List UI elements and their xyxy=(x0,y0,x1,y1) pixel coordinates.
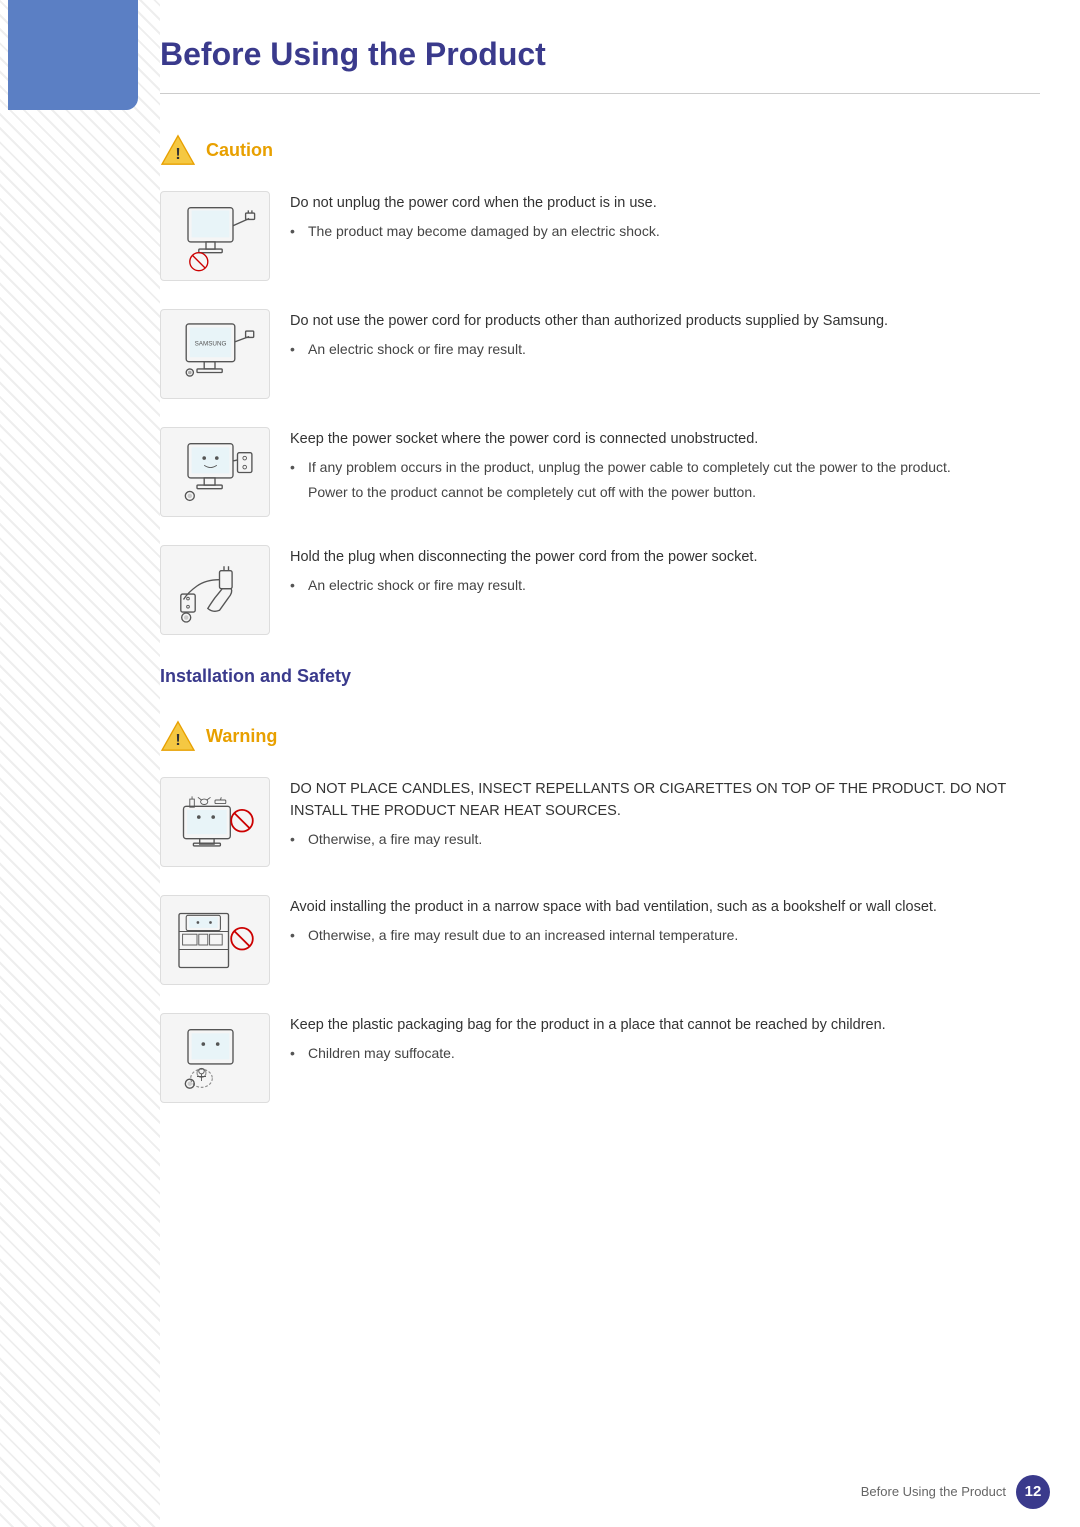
warning-icon-2 xyxy=(160,895,270,985)
warning-icon-3 xyxy=(160,1013,270,1103)
caution-text-3: Keep the power socket where the power co… xyxy=(290,427,1040,503)
warning-text-1: DO NOT PLACE CANDLES, INSECT REPELLANTS … xyxy=(290,777,1040,854)
svg-text:!: ! xyxy=(175,732,180,749)
caution-bullets-1: The product may become damaged by an ele… xyxy=(290,221,1040,242)
svg-text:!: ! xyxy=(175,146,180,163)
caution-icon-2: SAMSUNG xyxy=(160,309,270,399)
blue-sidebar-accent xyxy=(8,0,138,110)
caution-icon-3 xyxy=(160,427,270,517)
caution-bullets-3: If any problem occurs in the product, un… xyxy=(290,457,1040,478)
caution-icon: ! xyxy=(160,134,196,166)
caution-item-2: SAMSUNG Do not use the power cord for pr… xyxy=(160,309,1040,399)
warning-bullets-3: Children may suffocate. xyxy=(290,1043,1040,1064)
caution-icon-1 xyxy=(160,191,270,281)
warning-bullets-2: Otherwise, a fire may result due to an i… xyxy=(290,925,1040,946)
caution-icon-4 xyxy=(160,545,270,635)
caution-item-1: Do not unplug the power cord when the pr… xyxy=(160,191,1040,281)
caution-bullets-4: An electric shock or fire may result. xyxy=(290,575,1040,596)
page-number: 12 xyxy=(1016,1475,1050,1509)
warning-item-1: DO NOT PLACE CANDLES, INSECT REPELLANTS … xyxy=(160,777,1040,867)
caution-item-3: Keep the power socket where the power co… xyxy=(160,427,1040,517)
warning-bullets-1: Otherwise, a fire may result. xyxy=(290,829,1040,850)
warning-text-3: Keep the plastic packaging bag for the p… xyxy=(290,1013,1040,1068)
caution-text-4: Hold the plug when disconnecting the pow… xyxy=(290,545,1040,600)
caution-item-4: Hold the plug when disconnecting the pow… xyxy=(160,545,1040,635)
svg-text:SAMSUNG: SAMSUNG xyxy=(195,340,227,347)
footer-label: Before Using the Product xyxy=(861,1482,1006,1502)
caution-text-2: Do not use the power cord for products o… xyxy=(290,309,1040,364)
caution-heading: ! Caution xyxy=(160,134,1040,166)
warning-heading: ! Warning xyxy=(160,720,1040,752)
warning-item-2: Avoid installing the product in a narrow… xyxy=(160,895,1040,985)
warning-icon-1 xyxy=(160,777,270,867)
caution-text-1: Do not unplug the power cord when the pr… xyxy=(290,191,1040,246)
caution-label: Caution xyxy=(206,137,273,164)
warning-item-3: Keep the plastic packaging bag for the p… xyxy=(160,1013,1040,1103)
warning-text-2: Avoid installing the product in a narrow… xyxy=(290,895,1040,950)
warning-icon: ! xyxy=(160,720,196,752)
install-safety-heading: Installation and Safety xyxy=(160,663,1040,690)
warning-label: Warning xyxy=(206,723,277,750)
page-title: Before Using the Product xyxy=(160,30,1040,94)
diagonal-background xyxy=(0,0,160,1527)
page-footer: Before Using the Product 12 xyxy=(861,1475,1050,1509)
caution-bullets-2: An electric shock or fire may result. xyxy=(290,339,1040,360)
